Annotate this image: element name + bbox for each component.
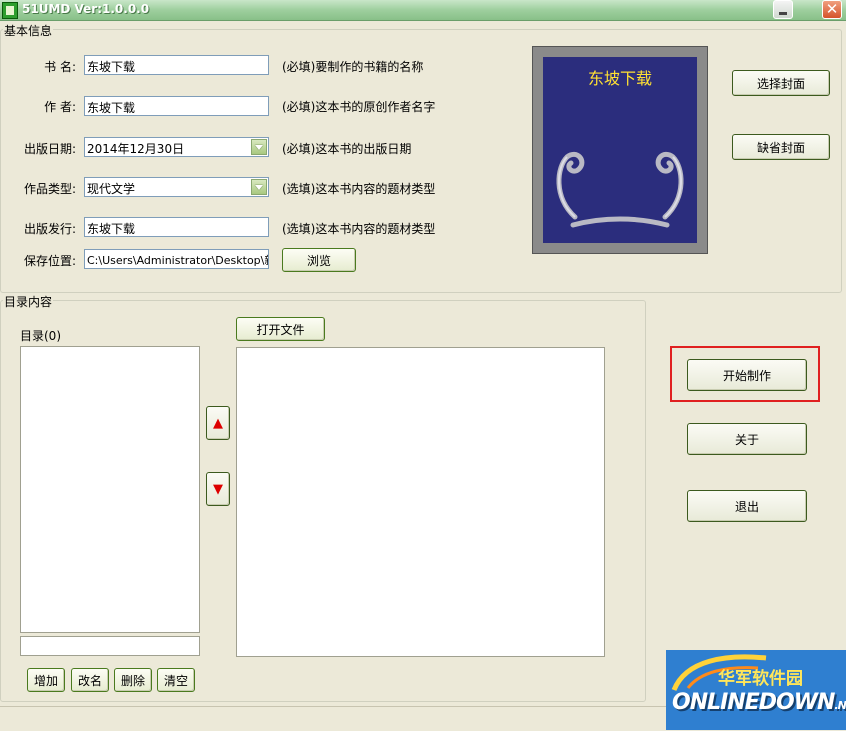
- close-icon: ✕: [825, 0, 839, 18]
- move-down-button[interactable]: ▼: [206, 472, 230, 506]
- watermark-logo: 华军软件园 ONLINEDOWN.NET: [666, 650, 846, 730]
- arrow-down-icon: ▼: [213, 481, 223, 497]
- chevron-down-icon[interactable]: [251, 139, 267, 155]
- open-file-button[interactable]: 打开文件: [236, 317, 325, 341]
- cover-image: 东坡下载: [543, 57, 697, 243]
- select-cover-button[interactable]: 选择封面: [732, 70, 830, 96]
- publish-date-note: (必填)这本书的出版日期: [282, 142, 412, 156]
- rename-button[interactable]: 改名: [71, 668, 109, 692]
- publisher-input[interactable]: 东坡下载: [84, 217, 269, 237]
- arrow-up-icon: ▲: [213, 415, 223, 431]
- cover-preview: 东坡下载: [532, 46, 708, 254]
- app-icon: [2, 2, 18, 19]
- exit-button[interactable]: 退出: [687, 490, 807, 522]
- watermark-en: ONLINEDOWN.NET: [672, 690, 846, 715]
- watermark-cn: 华军软件园: [718, 669, 803, 689]
- publisher-note: (选填)这本书内容的题材类型: [282, 222, 436, 236]
- save-location-input[interactable]: C:\Users\Administrator\Desktop\新建: [84, 249, 269, 269]
- genre-select[interactable]: 现代文学: [84, 177, 269, 197]
- add-button[interactable]: 增加: [27, 668, 65, 692]
- window-title: 51UMD Ver:1.0.0.0: [22, 2, 150, 16]
- genre-label: 作品类型:: [23, 182, 76, 196]
- default-cover-button[interactable]: 缺省封面: [732, 134, 830, 160]
- publish-date-picker[interactable]: 2014年12月30日: [84, 137, 269, 157]
- author-label: 作 者:: [44, 100, 76, 114]
- author-note: (必填)这本书的原创作者名字: [282, 100, 436, 114]
- toc-list[interactable]: [20, 346, 200, 633]
- clear-button[interactable]: 清空: [157, 668, 195, 692]
- publish-date-value: 2014年12月30日: [87, 142, 185, 156]
- title-input[interactable]: 东坡下载: [84, 55, 269, 75]
- title-label: 书 名:: [44, 60, 76, 74]
- publish-date-label: 出版日期:: [23, 142, 76, 156]
- cover-ornament-icon: [556, 151, 684, 228]
- status-bar: [0, 706, 666, 731]
- minimize-icon: [779, 12, 787, 15]
- start-button[interactable]: 开始制作: [687, 359, 807, 391]
- publisher-label: 出版发行:: [23, 222, 76, 236]
- title-bar: 51UMD Ver:1.0.0.0 ✕: [0, 0, 846, 21]
- move-up-button[interactable]: ▲: [206, 406, 230, 440]
- content-textarea[interactable]: [236, 347, 605, 657]
- toc-item-name-input[interactable]: [20, 636, 200, 656]
- minimize-button[interactable]: [773, 0, 793, 19]
- delete-button[interactable]: 删除: [114, 668, 152, 692]
- basic-info-legend: 基本信息: [3, 22, 54, 39]
- watermark-suffix: .NET: [834, 699, 846, 712]
- genre-value: 现代文学: [87, 182, 136, 196]
- about-button[interactable]: 关于: [687, 423, 807, 455]
- watermark-en-text: ONLINEDOWN: [672, 690, 835, 715]
- title-note: (必填)要制作的书籍的名称: [282, 60, 424, 74]
- save-location-label: 保存位置:: [23, 254, 76, 268]
- chevron-down-icon[interactable]: [251, 179, 267, 195]
- toc-list-label: 目录(0): [20, 329, 61, 343]
- genre-note: (选填)这本书内容的题材类型: [282, 182, 436, 196]
- toc-legend: 目录内容: [3, 293, 54, 310]
- close-button[interactable]: ✕: [822, 0, 842, 19]
- browse-button[interactable]: 浏览: [282, 248, 356, 272]
- author-input[interactable]: 东坡下载: [84, 96, 269, 116]
